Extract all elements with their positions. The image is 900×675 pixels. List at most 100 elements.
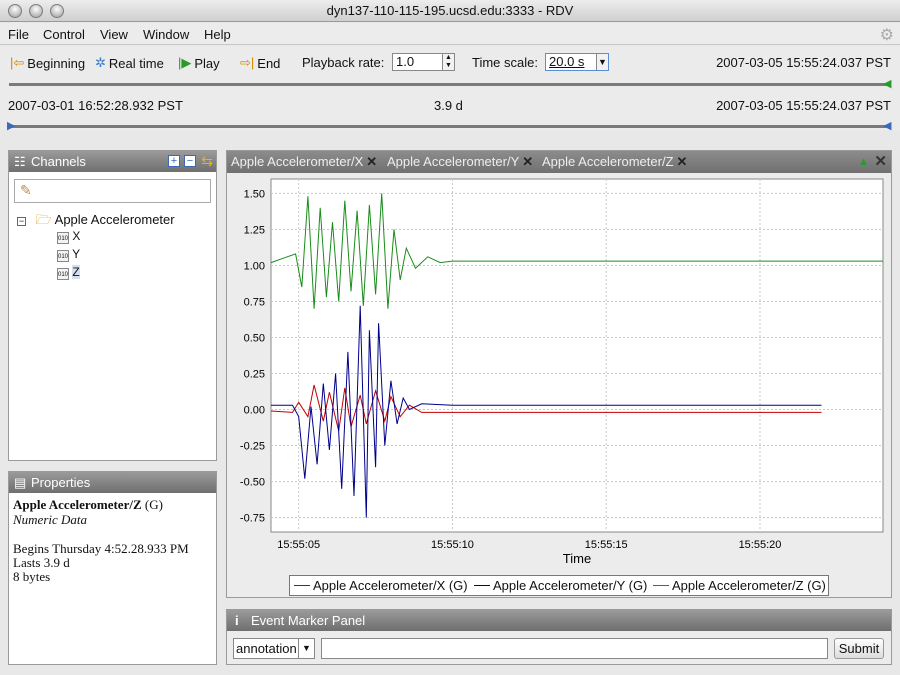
- legend-swatch-y: [474, 585, 490, 586]
- menu-view[interactable]: View: [100, 27, 128, 42]
- x-tick-label: 15:55:15: [585, 539, 628, 551]
- tree-item-x[interactable]: 010 X: [57, 229, 80, 244]
- y-tick-label: -0.50: [240, 477, 265, 489]
- channels-tree-icon: ☷: [14, 154, 26, 169]
- skip-to-end-icon: ⇨|: [240, 55, 255, 70]
- busy-gear-icon: ⚙: [879, 27, 894, 44]
- close-panel-icon[interactable]: ✕: [874, 151, 887, 173]
- property-lasts: Lasts 3.9 d: [13, 555, 70, 570]
- dropdown-arrow-icon[interactable]: ▼: [298, 639, 314, 658]
- channels-panel: ☷ Channels + − ⇆ ✎ − 🗁 Apple Acceleromet…: [8, 150, 217, 461]
- close-tab-icon[interactable]: ✕: [366, 154, 377, 169]
- event-marker-header: i Event Marker Panel: [227, 610, 891, 631]
- tree-item-y[interactable]: 010 Y: [57, 247, 80, 262]
- info-icon: i: [235, 613, 239, 628]
- beginning-button[interactable]: |⇦ Beginning: [10, 55, 85, 71]
- collapse-all-icon[interactable]: −: [184, 155, 196, 167]
- range-duration: 3.9 d: [434, 98, 463, 113]
- accelerometer-chart: 1.50 1.25 1.00 0.75 0.50 0.25 0.00 -0.25 -0.50 -0…: [240, 178, 884, 566]
- event-marker-panel: i Event Marker Panel annotation ▼ Submit: [226, 609, 892, 665]
- folder-open-icon: 🗁: [35, 212, 52, 227]
- zoom-window-icon[interactable]: [50, 4, 64, 18]
- tab-accelerometer-y[interactable]: Apple Accelerometer/Y ✕: [387, 151, 533, 173]
- event-type-select[interactable]: annotation ▼: [233, 638, 315, 659]
- tab-accelerometer-z[interactable]: Apple Accelerometer/Z ✕: [542, 151, 687, 173]
- range-end-time: 2007-03-05 15:55:24.037 PST: [716, 98, 891, 113]
- playback-toolbar: |⇦ Beginning ✲ Real time |▶ Play ⇨| End …: [0, 46, 900, 132]
- range-slider[interactable]: [9, 125, 889, 128]
- channels-header: ☷ Channels + − ⇆: [9, 151, 216, 172]
- x-tick-label: 15:55:05: [277, 539, 320, 551]
- realtime-button[interactable]: ✲ Real time: [95, 55, 164, 71]
- current-time: 2007-03-05 15:55:24.037 PST: [716, 55, 891, 70]
- realtime-icon: ✲: [95, 55, 106, 70]
- menu-help[interactable]: Help: [204, 27, 231, 42]
- playback-rate-label: Playback rate:: [302, 55, 385, 70]
- y-tick-label: -0.75: [240, 513, 265, 525]
- event-text-input[interactable]: [321, 638, 828, 659]
- y-tick-label: 0.00: [244, 405, 265, 417]
- expand-all-icon[interactable]: +: [168, 155, 180, 167]
- filter-brush-icon: ✎: [20, 182, 32, 198]
- close-tab-icon[interactable]: ✕: [677, 154, 688, 169]
- properties-table-icon: ▤: [14, 475, 27, 490]
- submit-button[interactable]: Submit: [834, 638, 884, 659]
- collapse-toggle-icon[interactable]: −: [17, 217, 26, 226]
- y-tick-label: 0.25: [244, 369, 265, 381]
- tab-accelerometer-x[interactable]: Apple Accelerometer/X ✕: [231, 151, 377, 173]
- range-start-time: 2007-03-01 16:52:28.932 PST: [8, 98, 183, 113]
- menu-bar: File Control View Window Help ⚙: [0, 23, 900, 45]
- y-axis-ticks: 1.50 1.25 1.00 0.75 0.50 0.25 0.00 -0.25 -0.50 -0…: [240, 188, 265, 524]
- x-tick-label: 15:55:20: [739, 539, 782, 551]
- legend-label-x: Apple Accelerometer/X (G): [313, 578, 468, 593]
- tree-item-z[interactable]: 010 Z: [57, 265, 80, 280]
- numeric-data-icon: 010: [57, 232, 69, 244]
- legend-swatch-x: [294, 585, 310, 586]
- play-button[interactable]: |▶ Play: [178, 55, 220, 71]
- x-tick-label: 15:55:10: [431, 539, 474, 551]
- range-start-thumb[interactable]: ▶: [7, 119, 15, 132]
- legend-label-y: Apple Accelerometer/Y (G): [493, 578, 648, 593]
- numeric-data-icon: 010: [57, 250, 69, 262]
- window-title: dyn137-110-115-195.ucsd.edu:3333 - RDV: [326, 3, 574, 18]
- y-tick-label: 1.50: [244, 188, 265, 200]
- properties-header: ▤ Properties: [9, 472, 216, 493]
- range-end-thumb[interactable]: ◀: [883, 119, 891, 132]
- sync-icon[interactable]: ⇆: [201, 151, 213, 172]
- playback-rate-spinner[interactable]: 1.0 ▲ ▼: [392, 53, 455, 71]
- property-begins: Begins Thursday 4:52.28.933 PM: [13, 541, 189, 556]
- time-slider-thumb[interactable]: ◀: [883, 77, 891, 90]
- legend-swatch-z: [653, 585, 669, 586]
- dropdown-arrow-icon[interactable]: ▼: [596, 54, 608, 70]
- y-tick-label: 0.50: [244, 332, 265, 344]
- plot-area: [270, 178, 884, 533]
- y-tick-label: 1.00: [244, 260, 265, 272]
- y-tick-label: 1.25: [244, 224, 265, 236]
- end-button[interactable]: ⇨| End: [240, 55, 280, 71]
- close-tab-icon[interactable]: ✕: [522, 154, 533, 169]
- property-type: Numeric Data: [13, 512, 88, 527]
- channel-filter-input[interactable]: ✎: [14, 179, 211, 203]
- legend-label-z: Apple Accelerometer/Z (G): [672, 578, 826, 593]
- menu-window[interactable]: Window: [143, 27, 189, 42]
- menu-control[interactable]: Control: [43, 27, 85, 42]
- chart-tab-bar: Apple Accelerometer/X ✕ Apple Acceleromet…: [227, 151, 891, 173]
- time-scale-label: Time scale:: [472, 55, 538, 70]
- title-bar: dyn137-110-115-195.ucsd.edu:3333 - RDV: [0, 0, 900, 22]
- maximize-arrow-icon[interactable]: ▲: [858, 153, 869, 171]
- close-window-icon[interactable]: [8, 4, 22, 18]
- chart-legend: Apple Accelerometer/X (G) Apple Accelero…: [289, 575, 829, 596]
- spinner-arrows-icon[interactable]: ▲ ▼: [442, 54, 454, 70]
- time-scale-select[interactable]: 20.0 s ▼: [545, 53, 609, 71]
- tree-root[interactable]: − 🗁 Apple Accelerometer: [17, 211, 175, 233]
- play-icon: |▶: [178, 55, 192, 70]
- menu-file[interactable]: File: [8, 27, 29, 42]
- chart-panel: Apple Accelerometer/X ✕ Apple Acceleromet…: [226, 150, 892, 598]
- time-slider[interactable]: [9, 83, 889, 86]
- minimize-window-icon[interactable]: [29, 4, 43, 18]
- skip-to-beginning-icon: |⇦: [10, 55, 25, 70]
- x-axis-label: Time: [563, 551, 591, 566]
- property-name-line: Apple Accelerometer/Z (G): [13, 497, 163, 512]
- numeric-data-icon: 010: [57, 268, 69, 280]
- y-tick-label: -0.25: [240, 441, 265, 453]
